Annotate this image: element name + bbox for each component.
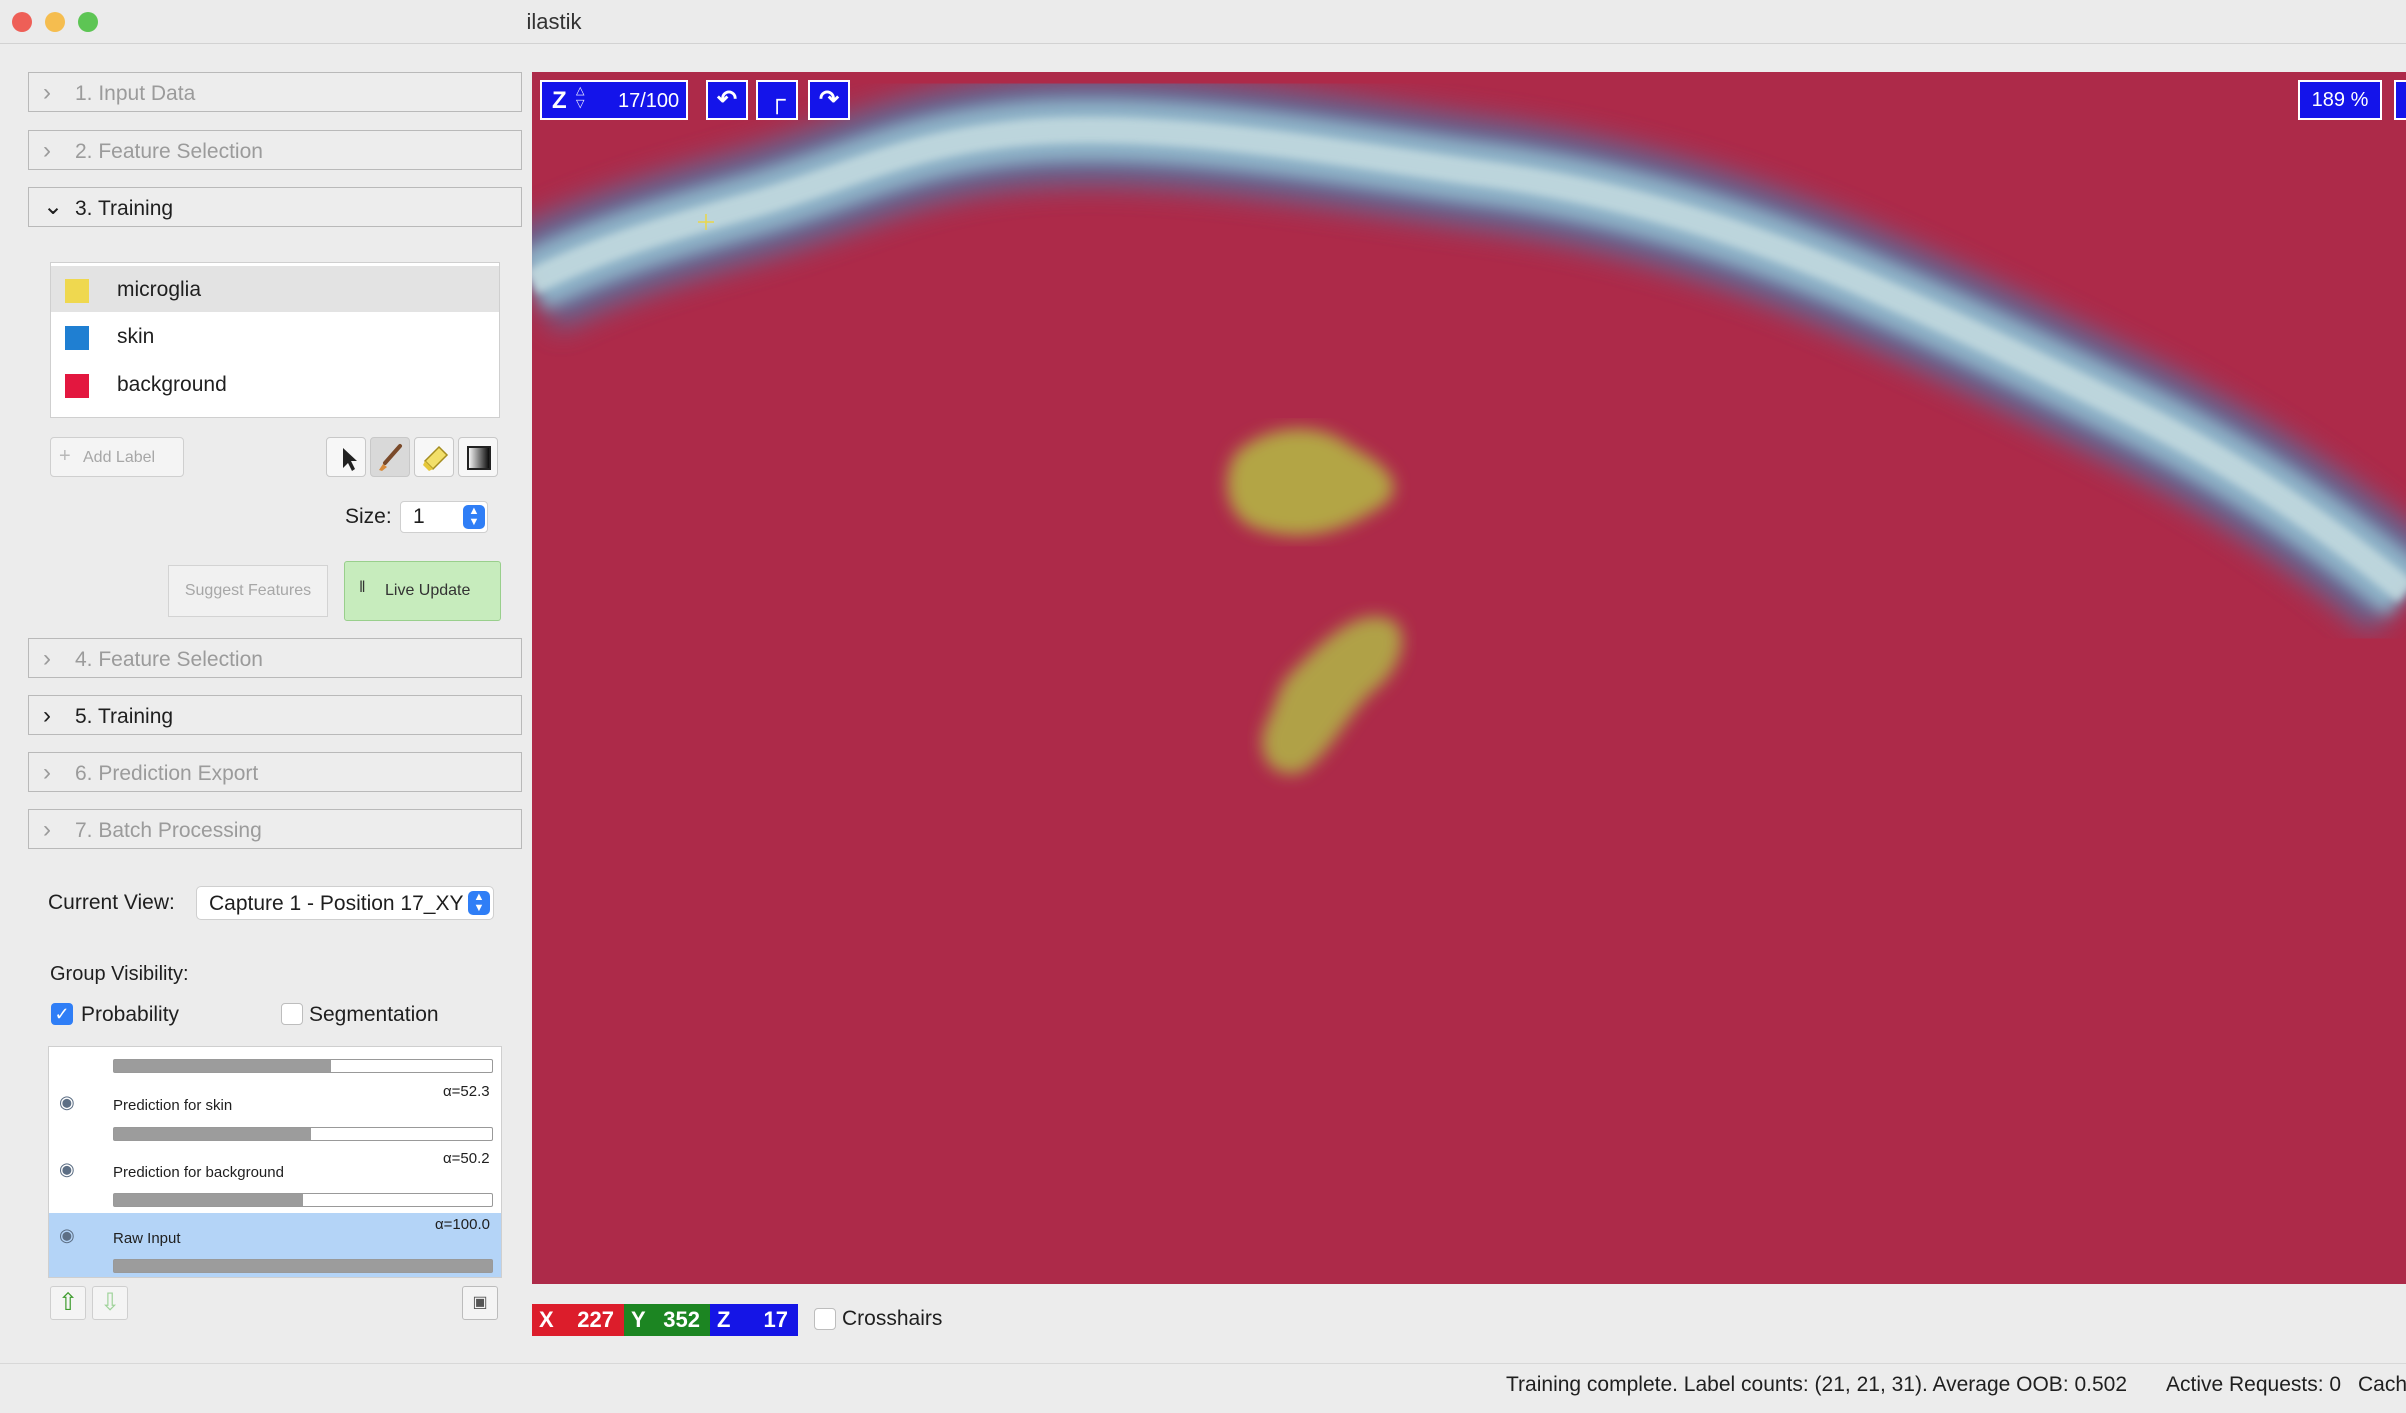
label-color-swatch[interactable]: [65, 326, 89, 350]
rotate-left-button[interactable]: ↶: [706, 80, 748, 120]
y-coordinate: Y 352: [624, 1304, 710, 1336]
applet-input-data[interactable]: › 1. Input Data: [28, 72, 522, 112]
brush-tool-button[interactable]: [370, 437, 410, 477]
layer-name: Raw Input: [113, 1230, 181, 1247]
applet-feature-selection[interactable]: › 2. Feature Selection: [28, 130, 522, 170]
microscopy-image: [532, 72, 2406, 1284]
gradient-icon: [467, 446, 491, 470]
layer-alpha: α=100.0: [435, 1216, 490, 1233]
up-down-icon: ▲ ▼: [463, 505, 485, 529]
eye-icon[interactable]: ◉: [59, 1225, 75, 1246]
pause-icon: ‖: [359, 579, 366, 596]
probability-checkbox[interactable]: ✓: [51, 1003, 73, 1025]
layer-options-button[interactable]: ▣: [462, 1286, 498, 1320]
segmentation-label: Segmentation: [309, 1003, 439, 1026]
threshold-tool-button[interactable]: [458, 437, 498, 477]
label-list: microglia skin background: [50, 262, 500, 418]
chevron-right-icon: ›: [43, 645, 51, 672]
up-down-icon[interactable]: △ ▽: [576, 85, 584, 111]
up-down-icon: ▲ ▼: [468, 891, 490, 915]
image-viewer[interactable]: Z △ ▽ 17/100 ↶ ┌ ↷ 189 %: [532, 72, 2406, 1284]
navigation-tool-button[interactable]: [326, 437, 366, 477]
layer-opacity-slider[interactable]: [113, 1193, 493, 1207]
cache-status: Cach: [2358, 1373, 2406, 1396]
label-row-skin[interactable]: skin: [51, 313, 499, 359]
eye-icon[interactable]: ◉: [59, 1159, 75, 1180]
slice-spinbox[interactable]: Z △ ▽ 17/100: [540, 80, 688, 120]
layer-list: α=52.3 ◉ Prediction for skin α=50.2 ◉ Pr…: [48, 1046, 502, 1278]
x-coordinate: X 227: [532, 1304, 624, 1336]
current-view-label: Current View:: [48, 891, 175, 914]
current-view-select[interactable]: Capture 1 - Position 17_XY ▲ ▼: [196, 886, 494, 920]
label-row-microglia[interactable]: microglia: [51, 266, 499, 312]
crosshairs-label: Crosshairs: [842, 1307, 943, 1330]
fit-view-button[interactable]: ┌: [756, 80, 798, 120]
add-label-button[interactable]: + Add Label: [50, 437, 184, 477]
ilastik-window: ilastik › 1. Input Data › 2. Feature Sel…: [0, 0, 2406, 1413]
chevron-right-icon: ›: [43, 816, 51, 843]
live-update-button[interactable]: ‖ Live Update: [344, 561, 501, 621]
layer-opacity-slider[interactable]: [113, 1127, 493, 1141]
eye-icon[interactable]: ◉: [59, 1092, 75, 1113]
maximize-view-button[interactable]: [2394, 80, 2406, 120]
label-row-background[interactable]: background: [51, 361, 499, 407]
chevron-right-icon: ›: [43, 702, 51, 729]
zoom-level[interactable]: 189 %: [2298, 80, 2382, 120]
brush-icon: [379, 444, 402, 471]
applet-feature-selection-2[interactable]: › 4. Feature Selection: [28, 638, 522, 678]
active-requests: Active Requests: 0: [2166, 1373, 2342, 1396]
title-bar: ilastik: [0, 0, 2406, 44]
group-visibility-label: Group Visibility:: [50, 963, 189, 985]
applet-batch-processing[interactable]: › 7. Batch Processing: [28, 809, 522, 849]
move-layer-up-button[interactable]: ⇧: [50, 1286, 86, 1320]
chevron-right-icon: ›: [43, 79, 51, 106]
layer-name: Prediction for skin: [113, 1097, 233, 1114]
suggest-features-button[interactable]: Suggest Features: [168, 565, 328, 617]
applet-training-2[interactable]: › 5. Training: [28, 695, 522, 735]
eraser-icon: [423, 445, 449, 471]
chevron-down-icon: ⌄: [43, 193, 64, 220]
label-color-swatch[interactable]: [65, 374, 89, 398]
pointer-icon: [343, 448, 357, 471]
layer-alpha: α=50.2: [443, 1150, 490, 1167]
z-coordinate: Z 17: [710, 1304, 798, 1336]
segmentation-checkbox[interactable]: [281, 1003, 303, 1025]
plus-icon: +: [59, 445, 71, 467]
applet-training[interactable]: ⌄ 3. Training: [28, 187, 522, 227]
layer-name: Prediction for background: [113, 1164, 284, 1181]
chevron-right-icon: ›: [43, 759, 51, 786]
layer-alpha: α=52.3: [443, 1083, 490, 1100]
status-message: Training complete. Label counts: (21, 21…: [1506, 1373, 2128, 1396]
crosshairs-checkbox[interactable]: [814, 1308, 836, 1330]
applet-prediction-export[interactable]: › 6. Prediction Export: [28, 752, 522, 792]
layer-opacity-slider[interactable]: [113, 1259, 493, 1273]
layer-opacity-slider[interactable]: [113, 1059, 493, 1073]
probability-label: Probability: [81, 1003, 180, 1026]
chevron-right-icon: ›: [43, 137, 51, 164]
brush-size-label: Size:: [345, 505, 392, 528]
brush-size-select[interactable]: 1 ▲ ▼: [400, 501, 488, 533]
status-bar: Training complete. Label counts: (21, 21…: [0, 1363, 2406, 1413]
move-layer-down-button[interactable]: ⇩: [92, 1286, 128, 1320]
eraser-tool-button[interactable]: [414, 437, 454, 477]
window-title: ilastik: [526, 9, 582, 34]
rotate-right-button[interactable]: ↷: [808, 80, 850, 120]
label-color-swatch[interactable]: [65, 279, 89, 303]
